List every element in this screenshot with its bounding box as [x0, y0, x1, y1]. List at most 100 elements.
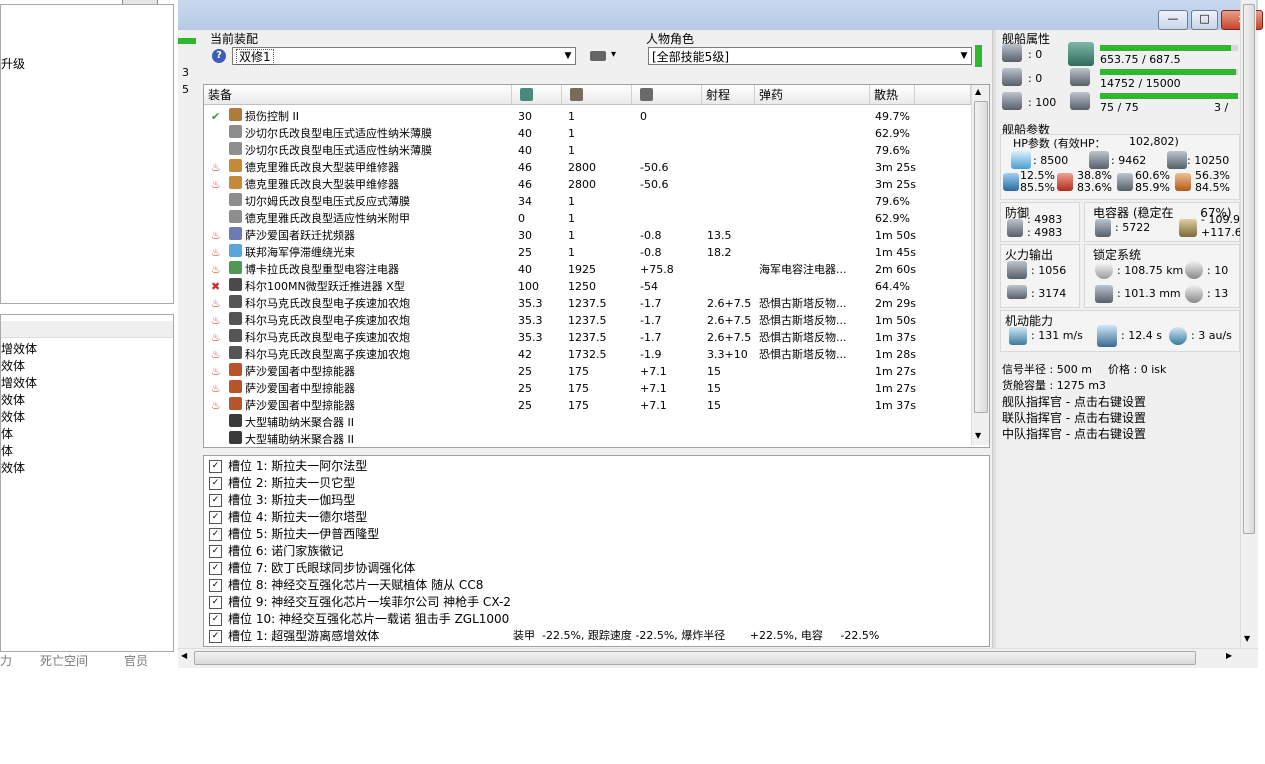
scroll-right-icon[interactable]: ▶ — [1226, 651, 1232, 660]
slot-row[interactable]: ✓ 槽位 4: 斯拉夫一德尔塔型 — [209, 509, 367, 526]
cell-name: 德克里雅氏改良大型装甲维修器 — [245, 161, 399, 174]
ship-menu-icon[interactable]: ▾ — [590, 49, 618, 64]
power-value: 14752 / 15000 — [1100, 77, 1181, 90]
slot-row[interactable]: ✓ 槽位 10: 神经交互强化芯片一载诺 狙击手 ZGL1000 — [209, 611, 509, 628]
slot-checkbox[interactable]: ✓ — [209, 562, 222, 575]
equipment-row[interactable]: ♨ 萨沙爱国者中型掠能器 25 175 +7.1 15 1m 27s — [204, 380, 969, 397]
slot-row[interactable]: ✓ 槽位 2: 斯拉夫一贝它型 — [209, 475, 355, 492]
equipment-row[interactable]: ♨ 博卡拉氏改良型重型电容注电器 40 1925 +75.8 海军电容注电器... 2m 6… — [204, 261, 969, 278]
help-icon[interactable]: ? — [212, 49, 226, 63]
skills-list[interactable]: 升级 — [0, 4, 174, 304]
implant-slot-list[interactable]: ✓ 槽位 1: 斯拉夫一阿尔法型 ✓ 槽位 2: 斯拉夫一贝它型 ✓ 槽位 3: 斯拉夫一… — [203, 455, 990, 647]
cell-c3: -0.8 — [640, 229, 662, 242]
implant-item[interactable]: 增效体 — [1, 374, 37, 391]
slot-checkbox[interactable]: ✓ — [209, 545, 222, 558]
col-header-cpu[interactable] — [512, 85, 562, 105]
implant-item[interactable]: 效体 — [1, 459, 25, 476]
slot-checkbox[interactable]: ✓ — [209, 528, 222, 541]
slot-checkbox[interactable]: ✓ — [209, 477, 222, 490]
panel-splitter[interactable] — [992, 30, 996, 648]
equipment-row[interactable]: 德克里雅氏改良型适应性纳米附甲 0 1 62.9% — [204, 210, 969, 227]
slot-checkbox[interactable]: ✓ — [209, 460, 222, 473]
squad-commander[interactable]: 中队指挥官 - 点击右键设置 — [1002, 425, 1146, 442]
right-scrollbar[interactable]: ▲ ▼ — [1240, 0, 1256, 648]
equipment-row[interactable]: ♨ 萨沙爱国者跃迁扰频器 30 1 -0.8 13.5 1m 50s — [204, 227, 969, 244]
equipment-row[interactable]: ✖ 科尔100MN微型跃迁推进器 X型 100 1250 -54 64.4% — [204, 278, 969, 295]
slot-checkbox[interactable]: ✓ — [209, 630, 222, 643]
equipment-row[interactable]: ✔ 损伤控制 II 30 1 0 49.7% — [204, 108, 969, 125]
hp-label: HP参数 (有效HP： — [1013, 137, 1106, 150]
equipment-row[interactable]: ♨ 联邦海军停滞缠绕光束 25 1 -0.8 18.2 1m 45s — [204, 244, 969, 261]
equipment-row[interactable]: 大型辅助纳米聚合器 II — [204, 431, 969, 446]
slot-row[interactable]: ✓ 槽位 9: 神经交互强化芯片一埃菲尔公司 神枪手 CX-2 — [209, 594, 511, 611]
slot-checkbox[interactable]: ✓ — [209, 613, 222, 626]
slot-row[interactable]: ✓ 槽位 8: 神经交互强化芯片一天赋植体 随从 CC8 — [209, 577, 483, 594]
equipment-row[interactable]: 大型辅助纳米聚合器 II — [204, 414, 969, 431]
fleet-commander[interactable]: 舰队指挥官 - 点击右键设置 — [1002, 393, 1146, 410]
equipment-row[interactable]: ♨ 德克里雅氏改良大型装甲维修器 46 2800 -50.6 3m 25s — [204, 176, 969, 193]
cell-c1: 34 — [518, 195, 532, 208]
equipment-row[interactable]: 沙切尔氏改良型电压式适应性纳米薄膜 40 1 62.9% — [204, 125, 969, 142]
slot-checkbox[interactable]: ✓ — [209, 494, 222, 507]
equipment-row[interactable]: ♨ 科尔马克氏改良型电子疾速加农炮 35.3 1237.5 -1.7 2.6+7.5 恐惧古… — [204, 329, 969, 346]
fitting-select[interactable]: 双修1 ▼ — [232, 47, 576, 65]
scroll-up-icon[interactable]: ▲ — [975, 87, 981, 96]
implant-item[interactable]: 体 — [1, 442, 13, 459]
scroll-down-icon[interactable]: ▼ — [975, 431, 981, 440]
module-icon — [229, 159, 242, 172]
shield-icon — [1011, 151, 1031, 169]
equipment-row[interactable]: ♨ 科尔马克氏改良型电子疾速加农炮 35.3 1237.5 -1.7 2.6+7.5 恐惧古… — [204, 312, 969, 329]
ship-stats-panel: 舰船属性 : 0 : 0 : 100 653.75 / 687.5 14752 … — [996, 30, 1242, 648]
slot-checkbox[interactable]: ✓ — [209, 596, 222, 609]
tab-power[interactable]: 力 — [0, 652, 12, 669]
slot-row[interactable]: ✓ 槽位 7: 欧丁氏眼球同步协调强化体 — [209, 560, 415, 577]
equipment-row[interactable]: ♨ 萨沙爱国者中型掠能器 25 175 +7.1 15 1m 37s — [204, 397, 969, 414]
cell-heat: 64.4% — [875, 280, 910, 293]
equipment-row[interactable]: 沙切尔氏改良型电压式适应性纳米薄膜 40 1 79.6% — [204, 142, 969, 159]
scroll-left-icon[interactable]: ◀ — [181, 651, 187, 660]
implant-item[interactable]: 效体 — [1, 357, 25, 374]
scroll-down-icon[interactable]: ▼ — [1244, 634, 1250, 643]
slot-row[interactable]: ✓ 槽位 3: 斯拉夫一伽玛型 — [209, 492, 355, 509]
slot-row[interactable]: ✓ 槽位 6: 诺门家族徽记 — [209, 543, 343, 560]
right-scroll-thumb[interactable] — [1243, 4, 1255, 534]
wing-commander[interactable]: 联队指挥官 - 点击右键设置 — [1002, 409, 1146, 426]
col-header-heat[interactable]: 散热 — [870, 85, 915, 105]
cell-heat: 1m 50s — [875, 229, 916, 242]
implant-item[interactable]: 增效体 — [1, 340, 37, 357]
equipment-row[interactable]: ♨ 科尔马克氏改良型离子疾速加农炮 42 1732.5 -1.9 3.3+10 恐惧古斯塔反… — [204, 346, 969, 363]
slot-label: 槽位 2: 斯拉夫一贝它型 — [228, 476, 356, 490]
col-header-capacitor[interactable] — [632, 85, 702, 105]
horizontal-scrollbar[interactable]: ◀ ▶ — [178, 648, 1258, 666]
equipment-row[interactable]: ♨ 德克里雅氏改良大型装甲维修器 46 2800 -50.6 3m 25s — [204, 159, 969, 176]
equipment-scrollbar[interactable]: ▲ ▼ — [971, 85, 989, 445]
col-header-range[interactable]: 射程 — [702, 85, 755, 105]
slot-label: 槽位 6: 诺门家族徽记 — [228, 544, 344, 558]
maximize-button[interactable]: □ — [1191, 10, 1218, 30]
equipment-row[interactable]: 切尔姆氏改良型电压式反应式薄膜 34 1 79.6% — [204, 193, 969, 210]
bottom-tabs: 力 死亡空间 官员 — [0, 652, 178, 668]
col-header-ammo[interactable]: 弹药 — [755, 85, 870, 105]
minimize-button[interactable]: — — [1158, 10, 1188, 30]
slot-row[interactable]: ✓ 槽位 5: 斯拉夫一伊普西隆型 — [209, 526, 379, 543]
equipment-row[interactable]: ♨ 科尔马克氏改良型电子疾速加农炮 35.3 1237.5 -1.7 2.6+7.5 恐惧古… — [204, 295, 969, 312]
cell-c1: 25 — [518, 399, 532, 412]
cell-heat: 1m 37s — [875, 399, 916, 412]
implant-item[interactable]: 体 — [1, 425, 13, 442]
implant-item[interactable]: 效体 — [1, 408, 25, 425]
col-header-power[interactable] — [562, 85, 632, 105]
equipment-row[interactable]: ♨ 萨沙爱国者中型掠能器 25 175 +7.1 15 1m 27s — [204, 363, 969, 380]
tab-officer[interactable]: 官员 — [124, 652, 148, 669]
h-scroll-thumb[interactable] — [194, 651, 1196, 665]
implant-item[interactable]: 效体 — [1, 391, 25, 408]
slot-checkbox[interactable]: ✓ — [209, 579, 222, 592]
slot-checkbox[interactable]: ✓ — [209, 511, 222, 524]
equipment-table[interactable]: 装备 射程 弹药 散热 ✔ 损伤控制 II 30 1 0 49.7% 沙切尔氏改良型电压式适… — [203, 84, 990, 448]
tab-deadspace[interactable]: 死亡空间 — [40, 652, 88, 669]
implant-list[interactable]: 增效体 效体 增效体 效体 效体 体 体 效体 — [0, 314, 174, 652]
slot-row[interactable]: ✓ 槽位 1: 斯拉夫一阿尔法型 — [209, 458, 367, 475]
col-header-equipment[interactable]: 装备 — [204, 85, 512, 105]
slot-row[interactable]: ✓ 槽位 1: 超强型游离感增效体 — [209, 628, 379, 645]
character-select[interactable]: [全部技能5级] ▼ — [648, 47, 972, 65]
scroll-thumb[interactable] — [974, 101, 988, 413]
